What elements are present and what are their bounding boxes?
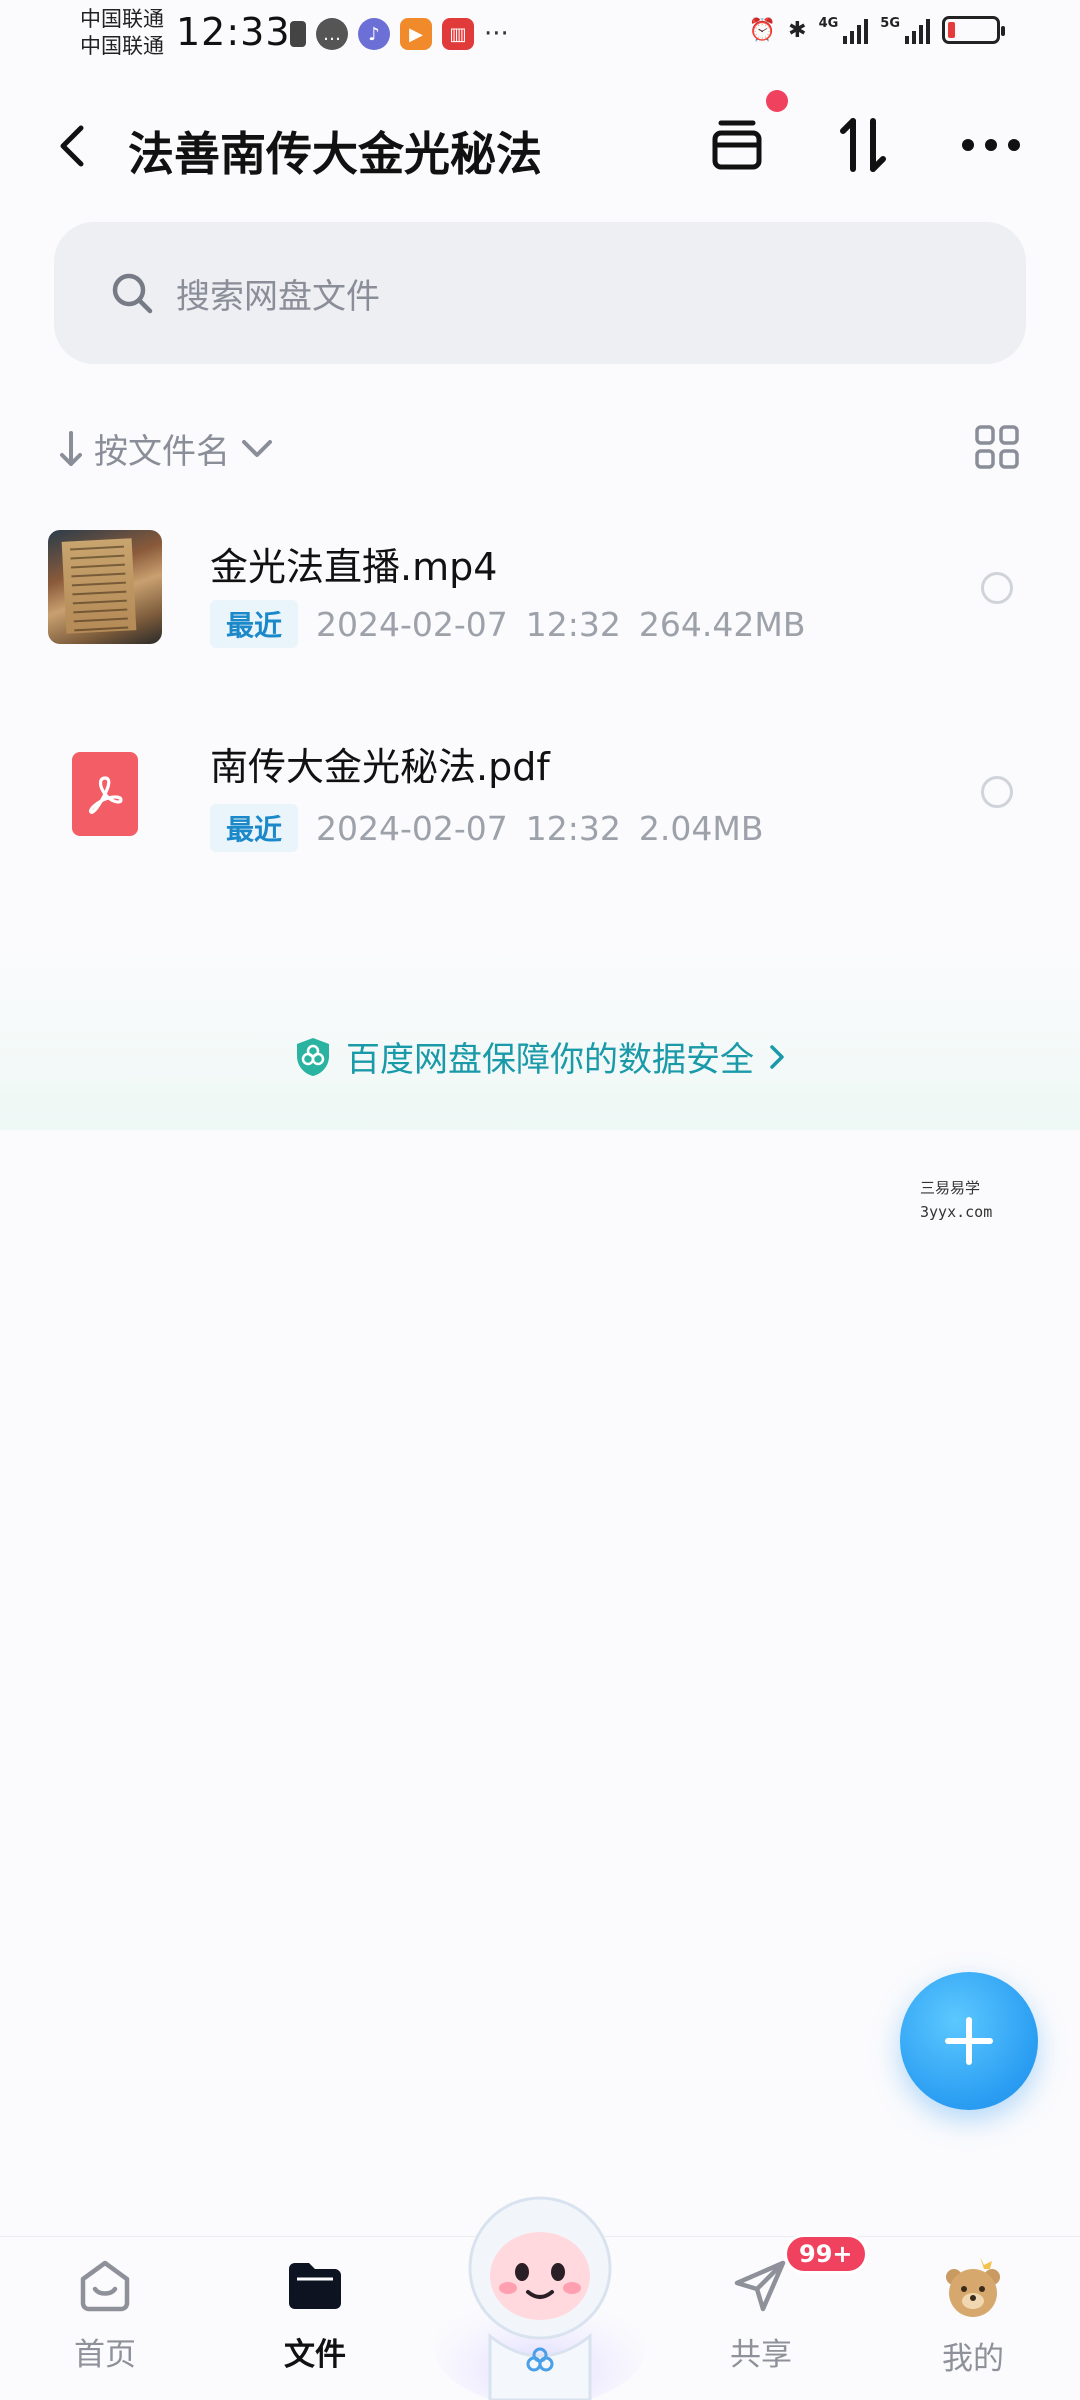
battery-icon [942, 16, 1005, 44]
back-button[interactable] [44, 118, 100, 174]
carrier-1: 中国联通 [80, 7, 164, 31]
chevron-right-icon [770, 1044, 784, 1069]
nav-home[interactable]: 首页 [40, 2255, 170, 2374]
nav-label: 首页 [74, 2337, 136, 2373]
file-meta: 最近 2024-02-07 12:32 264.42MB [210, 600, 806, 648]
profile-bear-icon [946, 2257, 1000, 2317]
pdf-file-icon [72, 752, 138, 836]
transfer-button[interactable] [828, 110, 898, 180]
nav-label: 我的 [942, 2341, 1004, 2377]
search-input[interactable]: 搜索网盘文件 [54, 222, 1026, 364]
plus-icon [945, 2017, 993, 2065]
search-icon [112, 273, 153, 314]
more-notifications-icon: ··· [484, 19, 509, 49]
archive-button[interactable] [702, 90, 788, 180]
recent-badge: 最近 [210, 600, 299, 648]
message-icon: … [316, 18, 348, 50]
grid-view-icon [975, 425, 1019, 469]
pdf-icon [89, 776, 123, 814]
shield-icon [297, 1037, 329, 1076]
file-name: 金光法直播.mp4 [210, 545, 498, 589]
app-header: 法善南传大金光秘法 [0, 90, 1080, 190]
nav-label: 共享 [730, 2337, 792, 2373]
file-meta: 最近 2024-02-07 12:32 2.04MB [210, 804, 764, 852]
nav-label: 文件 [284, 2337, 346, 2373]
file-time: 12:32 [525, 808, 621, 848]
security-banner: 百度网盘保障你的数据安全 [0, 950, 1080, 1130]
home-icon [80, 2260, 130, 2312]
add-button[interactable] [900, 1972, 1038, 2110]
signal-icon-2: 5G [880, 16, 930, 44]
file-time: 12:32 [525, 604, 621, 644]
file-size: 2.04MB [638, 808, 764, 848]
file-name: 南传大金光秘法.pdf [210, 745, 550, 789]
mascot-icon [434, 2196, 646, 2400]
mascot-button[interactable] [430, 2176, 650, 2400]
chevron-left-icon [60, 125, 84, 167]
status-clock: 12:33 [176, 10, 291, 54]
carrier-2: 中国联通 [80, 34, 164, 58]
file-row[interactable]: 南传大金光秘法.pdf 最近 2024-02-07 12:32 2.04MB [0, 704, 1080, 884]
security-link[interactable]: 百度网盘保障你的数据安全 [0, 1032, 1080, 1081]
arrow-down-icon [60, 430, 82, 466]
transfer-arrows-icon [840, 118, 886, 172]
alarm-icon: ⏰ [748, 17, 777, 43]
file-date: 2024-02-07 [316, 604, 508, 644]
share-count-badge: 99+ [784, 2234, 868, 2274]
select-checkbox[interactable] [981, 572, 1013, 604]
file-row[interactable]: 金光法直播.mp4 最近 2024-02-07 12:32 264.42MB [0, 500, 1080, 680]
phone-icon [290, 21, 306, 47]
carrier-label: 中国联通 中国联通 [80, 6, 164, 60]
search-placeholder: 搜索网盘文件 [176, 276, 380, 317]
more-dots-icon [962, 139, 1020, 151]
watermark-line-1: 三易易学 [920, 1179, 981, 1197]
watermark: 三易易学 3yyx.com [920, 1176, 992, 1224]
nav-files[interactable]: 文件 [250, 2255, 380, 2374]
watermark-line-2: 3yyx.com [920, 1203, 993, 1221]
nav-profile[interactable]: 我的 [908, 2255, 1038, 2378]
security-text: 百度网盘保障你的数据安全 [346, 1040, 754, 1080]
view-toggle-button[interactable] [974, 424, 1024, 474]
status-bar: 中国联通 中国联通 12:33 … ♪ ▶ ▥ ··· ⏰ ✱ 4G 5G [0, 0, 1080, 66]
sort-label: 按文件名 [94, 432, 230, 472]
network-type-2: 5G [880, 16, 900, 31]
notification-dot [766, 90, 788, 112]
send-icon [734, 2260, 786, 2312]
music-icon: ♪ [358, 18, 390, 50]
signal-icon-1: 4G [819, 16, 869, 44]
folder-icon [289, 2263, 341, 2309]
notification-icons: … ♪ ▶ ▥ ··· [290, 18, 509, 50]
video-thumbnail [48, 530, 162, 644]
book-app-icon: ▥ [442, 18, 474, 50]
archive-box-icon [712, 120, 762, 170]
page-title: 法善南传大金光秘法 [128, 127, 542, 181]
file-date: 2024-02-07 [316, 808, 508, 848]
chevron-down-icon [242, 439, 272, 457]
more-button[interactable] [956, 110, 1026, 180]
video-app-icon: ▶ [400, 18, 432, 50]
select-checkbox[interactable] [981, 776, 1013, 808]
file-size: 264.42MB [638, 604, 806, 644]
bluetooth-icon: ✱ [788, 17, 807, 43]
recent-badge: 最近 [210, 804, 299, 852]
sort-selector[interactable]: 按文件名 [58, 424, 274, 473]
system-icons: ⏰ ✱ 4G 5G [748, 16, 1005, 44]
network-type-1: 4G [818, 16, 839, 31]
